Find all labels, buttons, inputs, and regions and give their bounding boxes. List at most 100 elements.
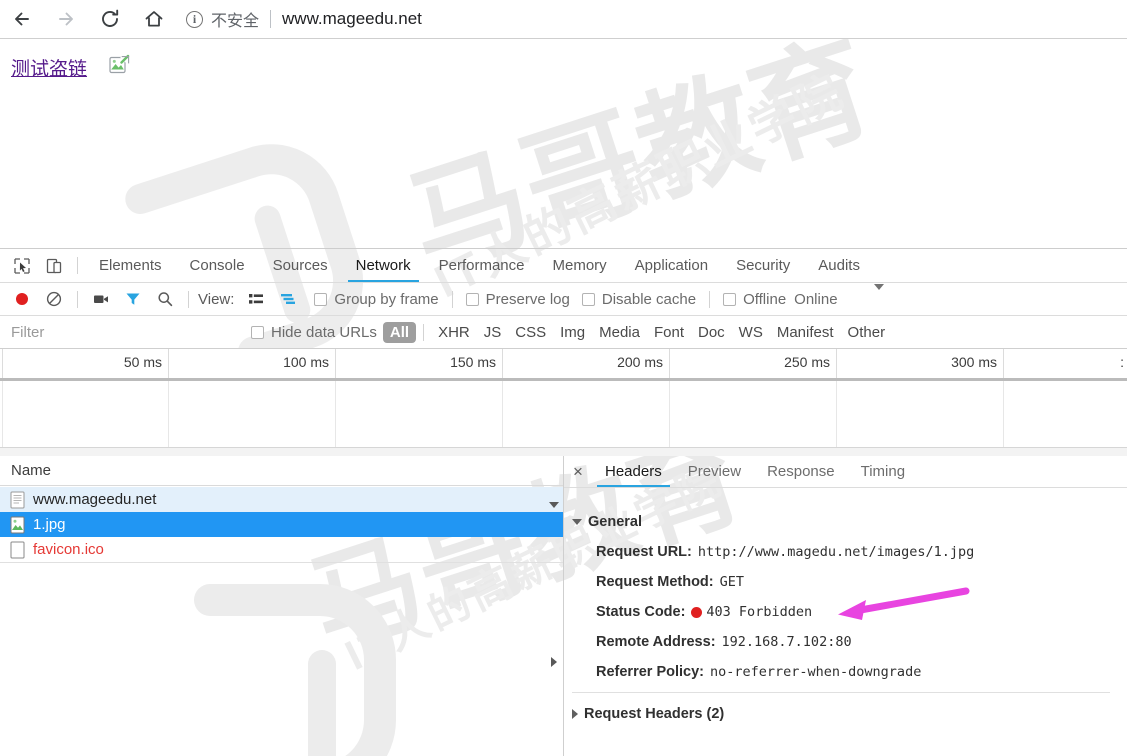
table-row[interactable]: 1.jpg — [0, 512, 563, 537]
tab-label: Sources — [272, 257, 328, 274]
forward-button[interactable] — [44, 0, 88, 38]
chevron-down-icon — [873, 284, 884, 307]
disable-cache-checkbox[interactable]: Disable cache — [576, 291, 702, 308]
field-value[interactable]: http://www.magedu.net/images/1.jpg — [698, 544, 974, 560]
devtools-tabbar: Elements Console Sources Network Perform… — [0, 249, 1127, 282]
tab-timing[interactable]: Timing — [848, 456, 918, 487]
field-value: 192.168.7.102:80 — [721, 634, 852, 650]
table-row[interactable]: favicon.ico — [0, 537, 563, 562]
column-header-name: Name — [11, 462, 52, 479]
checkbox-label: Offline — [743, 290, 787, 308]
filter-type-other[interactable]: Other — [841, 322, 893, 343]
address-bar-url[interactable]: www.mageedu.net — [282, 9, 422, 29]
filter-type-ws[interactable]: WS — [732, 322, 770, 343]
timeline-gridline — [836, 381, 837, 447]
tab-performance[interactable]: Performance — [425, 249, 539, 282]
inspect-element-icon — [14, 257, 30, 274]
table-row[interactable]: www.mageedu.net — [0, 487, 563, 512]
timeline-body — [0, 381, 1127, 447]
timeline-tick-label: 250 ms — [784, 354, 830, 370]
section-title: General — [588, 514, 642, 530]
tab-sources[interactable]: Sources — [259, 249, 342, 282]
general-row-remote-address: Remote Address: 192.168.7.102:80 — [596, 634, 852, 650]
chrome-separator — [0, 38, 1127, 39]
field-key: Request URL: — [596, 544, 692, 560]
tab-elements[interactable]: Elements — [85, 249, 176, 282]
preserve-log-checkbox[interactable]: Preserve log — [460, 291, 576, 308]
timeline-gridline — [2, 381, 3, 447]
toolbar-divider-4 — [709, 290, 711, 308]
filter-type-font[interactable]: Font — [647, 322, 691, 343]
tab-console[interactable]: Console — [176, 249, 259, 282]
network-panes: Name www.mageedu.net 1.jpg favicon.ico ×… — [0, 456, 1127, 756]
tab-audits[interactable]: Audits — [804, 249, 874, 282]
view-label: View: — [198, 290, 235, 308]
timeline-gridline — [669, 381, 670, 447]
tab-security[interactable]: Security — [722, 249, 804, 282]
timeline-tick-label: 150 ms — [450, 354, 496, 370]
home-button[interactable] — [132, 0, 176, 38]
omnibox-divider — [270, 10, 272, 28]
page-link-test-hotlink[interactable]: 测试盗链 — [11, 54, 87, 81]
capture-screenshots-button[interactable] — [85, 284, 117, 314]
device-toolbar-icon — [46, 258, 62, 273]
scroll-up-arrow-icon[interactable] — [548, 500, 560, 510]
triangle-right-icon — [572, 709, 578, 719]
checkbox-label: Group by frame — [334, 290, 439, 308]
record-button[interactable] — [6, 284, 38, 314]
timeline-tick — [502, 349, 503, 378]
hide-data-urls-checkbox[interactable]: Hide data URLs — [245, 324, 383, 341]
field-value: no-referrer-when-downgrade — [710, 664, 922, 680]
general-row-referrer-policy: Referrer Policy: no-referrer-when-downgr… — [596, 664, 921, 680]
reload-button[interactable] — [88, 0, 132, 38]
request-headers-section-header[interactable]: Request Headers (2) — [572, 706, 724, 722]
general-section-separator — [572, 692, 1110, 693]
timeline-tick — [168, 349, 169, 378]
throttling-value[interactable]: Online — [794, 291, 837, 308]
filter-type-doc[interactable]: Doc — [691, 322, 732, 343]
timeline-gridline — [502, 381, 503, 447]
tab-memory[interactable]: Memory — [539, 249, 621, 282]
tab-response[interactable]: Response — [754, 456, 848, 487]
inspect-element-button[interactable] — [6, 251, 38, 281]
general-row-request-method: Request Method: GET — [596, 574, 744, 590]
view-list-button[interactable] — [240, 284, 272, 314]
site-info-icon[interactable]: i — [186, 10, 203, 28]
tab-network[interactable]: Network — [342, 249, 425, 282]
filter-type-all[interactable]: All — [382, 321, 417, 343]
view-waterfall-button[interactable] — [272, 284, 304, 314]
filter-type-img[interactable]: Img — [553, 322, 592, 343]
timeline-tick-label: 200 ms — [617, 354, 663, 370]
tab-label: Timing — [860, 463, 906, 480]
device-toolbar-button[interactable] — [38, 251, 70, 281]
group-by-frame-checkbox[interactable]: Group by frame — [308, 291, 444, 308]
filter-type-media[interactable]: Media — [592, 322, 647, 343]
request-list-header[interactable]: Name — [0, 456, 563, 486]
search-button[interactable] — [149, 284, 181, 314]
filter-type-manifest[interactable]: Manifest — [770, 322, 841, 343]
filter-type-css[interactable]: CSS — [508, 322, 553, 343]
checkbox-label: Disable cache — [601, 290, 697, 308]
tab-label: Response — [767, 463, 835, 480]
close-icon: × — [573, 461, 583, 481]
filter-type-xhr[interactable]: XHR — [431, 322, 477, 343]
general-section-header[interactable]: General — [572, 514, 642, 530]
scroll-down-arrow-icon[interactable] — [549, 656, 559, 668]
tab-application[interactable]: Application — [621, 249, 722, 282]
tab-preview[interactable]: Preview — [675, 456, 754, 487]
filter-input[interactable]: Filter — [0, 324, 245, 341]
throttling-dropdown[interactable] — [873, 284, 884, 308]
tab-headers[interactable]: Headers — [592, 456, 675, 487]
home-icon — [145, 11, 163, 27]
tab-label: Console — [189, 257, 245, 274]
network-timeline-overview[interactable]: 50 ms 100 ms 150 ms 200 ms 250 ms 300 ms… — [0, 349, 1127, 456]
timeline-gridline — [1003, 381, 1004, 447]
offline-checkbox[interactable]: Offline — [717, 291, 792, 308]
filter-type-js[interactable]: JS — [477, 322, 509, 343]
filter-button[interactable] — [117, 284, 149, 314]
back-button[interactable] — [0, 0, 44, 38]
checkbox-label: Preserve log — [485, 290, 570, 308]
clear-button[interactable] — [38, 284, 70, 314]
address-bar[interactable]: i 不安全 www.mageedu.net — [176, 3, 516, 35]
close-details-button[interactable]: × — [564, 457, 592, 487]
